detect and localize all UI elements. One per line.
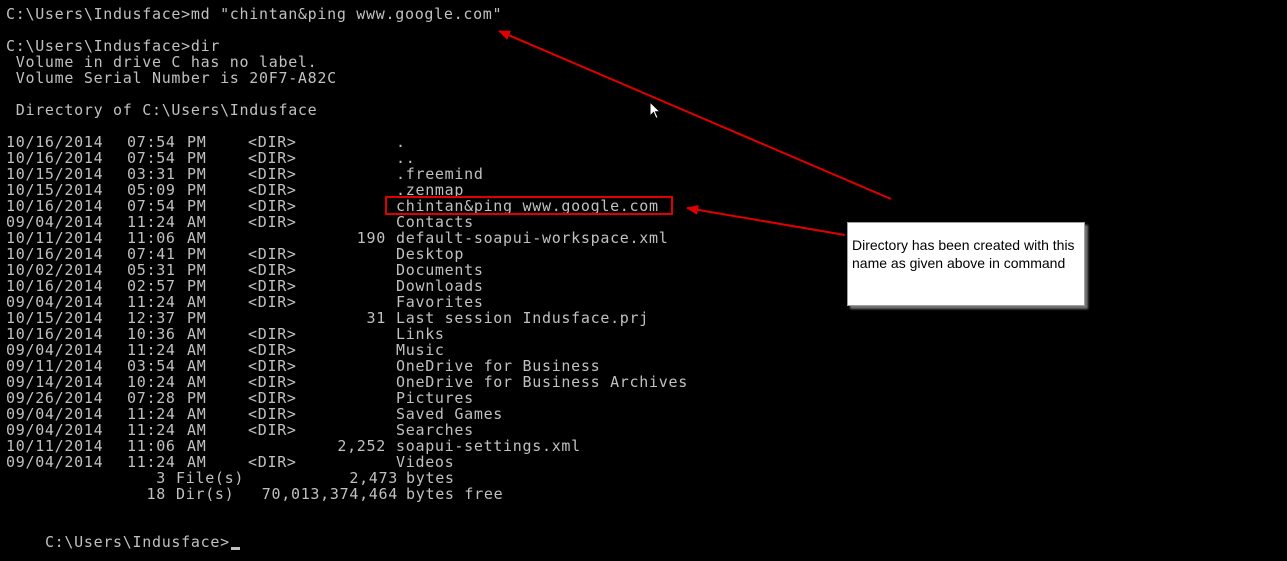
mouse-pointer-icon xyxy=(649,101,661,120)
arrow-to-directory xyxy=(686,204,846,236)
annotation-note: Directory has been created with this nam… xyxy=(847,222,1085,306)
command-prompt-window[interactable]: C:\Users\Indusface>md "chintan&ping www.… xyxy=(0,0,1287,561)
arrow-to-command xyxy=(498,30,892,200)
annotation-arrows xyxy=(498,30,892,236)
